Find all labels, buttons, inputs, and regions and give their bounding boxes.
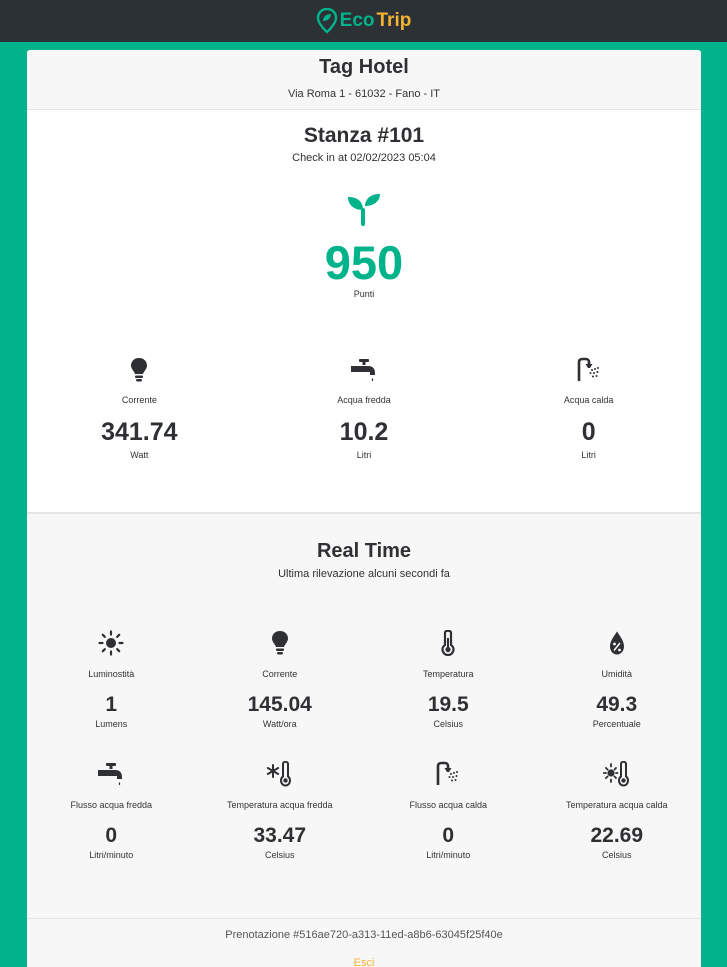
shower-icon xyxy=(364,761,533,787)
stat-acqua-calda: Acqua calda 0 Litri xyxy=(476,357,701,460)
realtime-title: Real Time xyxy=(316,540,412,562)
stat-value: 0 xyxy=(581,418,596,446)
stat-label: Acqua calda xyxy=(563,395,614,405)
stat-label: Flusso acqua calda xyxy=(409,800,488,810)
stat-value: 341.74 xyxy=(101,418,178,446)
booking-id: Prenotazione #516ae720-a313-11ed-a8b6-63… xyxy=(225,929,503,941)
rt-flusso-acqua-fredda: Flusso acqua fredda 0 Litri/minuto xyxy=(27,761,196,860)
points-value: 950 xyxy=(324,236,404,289)
rt-temperatura: Temperatura 19.5 Celsius xyxy=(364,630,533,729)
stat-unit: Watt/ora xyxy=(262,719,297,729)
stat-label: Corrente xyxy=(121,395,157,405)
booking-footer: Prenotazione #516ae720-a313-11ed-a8b6-63… xyxy=(27,918,701,967)
stat-value: 10.2 xyxy=(339,418,389,446)
lightbulb-icon xyxy=(196,630,365,656)
stat-label: Temperatura acqua fredda xyxy=(226,800,333,810)
stat-unit: Celsius xyxy=(433,719,463,729)
stat-unit: Litri/minuto xyxy=(426,850,471,860)
stat-label: Flusso acqua fredda xyxy=(70,800,153,810)
stat-label: Temperatura xyxy=(422,669,474,679)
logout-link[interactable]: Esci xyxy=(354,957,375,967)
rt-temperatura-acqua-fredda: Temperatura acqua fredda 33.47 Celsius xyxy=(196,761,365,860)
rt-luminosita: Luminostità 1 Lumens xyxy=(27,630,196,729)
humidity-drop-icon xyxy=(533,630,702,656)
faucet-icon xyxy=(27,761,196,787)
rt-flusso-acqua-calda: Flusso acqua calda 0 Litri/minuto xyxy=(364,761,533,860)
logo-trip-text: Trip xyxy=(376,10,412,31)
stat-value: 145.04 xyxy=(247,693,312,716)
logo-eco-text: Eco xyxy=(339,10,375,31)
stat-acqua-fredda: Acqua fredda 10.2 Litri xyxy=(252,357,477,460)
thermometer-icon xyxy=(364,630,533,656)
sprout-icon xyxy=(27,192,701,231)
consumption-stats: Corrente 341.74 Watt Acqua fredda 10.2 L… xyxy=(27,357,701,460)
faucet-icon xyxy=(252,357,477,383)
snowflake-thermometer-icon xyxy=(196,761,365,787)
hotel-header: Tag Hotel Via Roma 1 - 61032 - Fano - IT xyxy=(27,50,701,110)
stat-label: Corrente xyxy=(262,669,298,679)
main-card: Tag Hotel Via Roma 1 - 61032 - Fano - IT… xyxy=(27,50,701,967)
stat-label: Umidità xyxy=(601,669,632,679)
stat-label: Temperatura acqua calda xyxy=(565,800,668,810)
realtime-section: Real Time Ultima rilevazione alcuni seco… xyxy=(27,512,701,918)
stat-value: 49.3 xyxy=(596,693,638,716)
sun-thermometer-icon xyxy=(533,761,702,787)
top-navbar: Eco Trip xyxy=(0,0,727,42)
stat-unit: Litri xyxy=(581,450,596,460)
stat-unit: Watt xyxy=(130,450,149,460)
room-title: Stanza #101 xyxy=(303,124,425,147)
stat-label: Acqua fredda xyxy=(337,395,391,405)
points-label: Punti xyxy=(353,289,375,299)
checkin-time: Check in at 02/02/2023 05:04 xyxy=(292,152,436,164)
stat-value: 19.5 xyxy=(427,693,469,716)
stat-value: 22.69 xyxy=(590,824,644,847)
realtime-grid: Luminostità 1 Lumens Corrente 145.04 Wat… xyxy=(27,630,701,860)
shower-icon xyxy=(476,357,701,383)
room-summary: Stanza #101 Check in at 02/02/2023 05:04… xyxy=(27,110,701,512)
lightbulb-icon xyxy=(27,357,252,383)
stat-unit: Litri/minuto xyxy=(89,850,134,860)
ecotrip-logo[interactable]: Eco Trip xyxy=(316,8,412,34)
stat-corrente: Corrente 341.74 Watt xyxy=(27,357,252,460)
stat-value: 0 xyxy=(105,824,118,847)
location-leaf-icon xyxy=(316,8,337,34)
stat-unit: Lumens xyxy=(95,719,128,729)
stat-value: 0 xyxy=(442,824,455,847)
sun-icon xyxy=(27,630,196,656)
stat-unit: Celsius xyxy=(264,850,295,860)
hotel-name: Tag Hotel xyxy=(319,56,409,78)
stat-value: 33.47 xyxy=(253,824,307,847)
rt-corrente: Corrente 145.04 Watt/ora xyxy=(196,630,365,729)
rt-umidita: Umidità 49.3 Percentuale xyxy=(533,630,702,729)
rt-temperatura-acqua-calda: Temperatura acqua calda 22.69 Celsius xyxy=(533,761,702,860)
stat-unit: Celsius xyxy=(601,850,632,860)
stat-unit: Litri xyxy=(356,450,372,460)
hotel-address: Via Roma 1 - 61032 - Fano - IT xyxy=(287,88,441,100)
stat-value: 1 xyxy=(105,693,118,716)
stat-unit: Percentuale xyxy=(592,719,641,729)
realtime-subtitle: Ultima rilevazione alcuni secondi fa xyxy=(278,568,450,580)
stat-label: Luminostità xyxy=(88,669,135,679)
